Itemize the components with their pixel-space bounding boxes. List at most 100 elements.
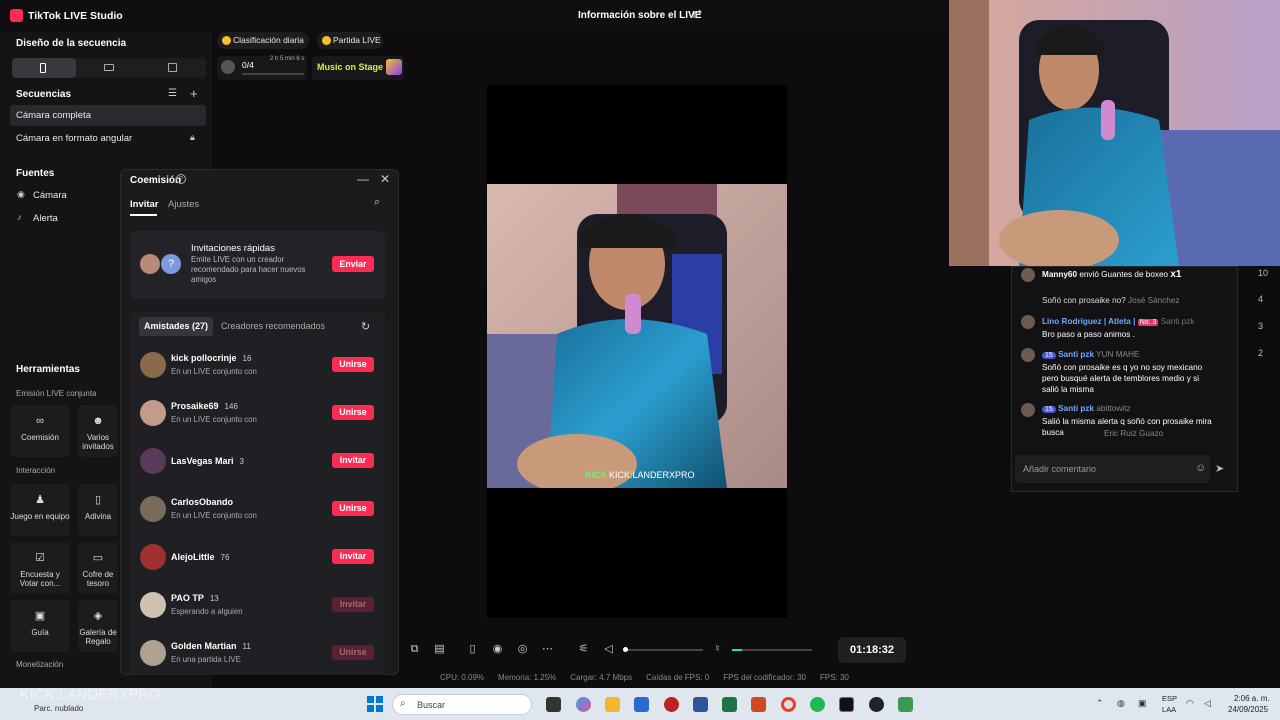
join-button[interactable]: Unirse [332, 501, 374, 516]
tool-treasure[interactable]: ▭ Cofre de tesoro [78, 542, 118, 594]
phone-icon[interactable]: ▯ [467, 644, 478, 655]
outlook-icon[interactable] [634, 697, 649, 712]
emoji-icon[interactable]: ☺ [1195, 462, 1206, 474]
wifi-icon[interactable]: ◠ [1186, 698, 1194, 709]
battle-timer: 2 h 5 min 6 s [270, 56, 305, 62]
tool-team-game[interactable]: ♟ Juego en equipo [10, 484, 70, 536]
microphone-icon[interactable]: ♮ [712, 644, 723, 655]
team-game-icon: ♟ [35, 494, 45, 506]
close-icon[interactable]: ✕ [380, 172, 390, 186]
sequence-item-angular-camera[interactable]: Cámara en formato angular [16, 133, 132, 144]
clock-date[interactable]: 24/09/2025 [1228, 705, 1268, 714]
windows-start-icon[interactable] [367, 696, 383, 712]
quick-avatar [140, 254, 160, 274]
clock-time[interactable]: 2:06 a. m. [1234, 694, 1270, 703]
friend-avatar[interactable] [140, 400, 166, 426]
camera-video [949, 0, 1280, 266]
source-alert[interactable]: Alerta [33, 213, 58, 224]
volume-icon[interactable]: ◁ [1204, 698, 1211, 709]
copilot-icon[interactable] [576, 697, 591, 712]
friend-status: En una partida LIVE [171, 655, 241, 664]
friend-avatar[interactable] [140, 352, 166, 378]
live-timer: 01:18:32 [838, 637, 906, 663]
language-indicator[interactable]: ESP [1162, 694, 1177, 703]
word-icon[interactable] [693, 697, 708, 712]
side-number: 4 [1258, 294, 1264, 304]
chat-comment-input[interactable]: Añadir comentario [1015, 455, 1210, 483]
app-icon[interactable] [664, 697, 679, 712]
sources-title: Fuentes [16, 168, 55, 179]
mic-slider[interactable] [732, 649, 812, 651]
segment-recommended[interactable]: Creadores recomendados [221, 317, 325, 336]
list-icon[interactable]: ☰ [168, 88, 177, 99]
record-icon[interactable]: ◉ [492, 644, 503, 655]
help-icon[interactable]: ? [176, 174, 186, 184]
speaker-icon[interactable]: ◁ [603, 644, 614, 655]
tool-poll[interactable]: ☑ Encuesta y Votar con... [10, 542, 70, 594]
obs-icon[interactable] [869, 697, 884, 712]
friend-name: Golden Martian 11 [171, 641, 251, 651]
friend-avatar[interactable] [140, 592, 166, 618]
share-icon[interactable] [692, 8, 704, 20]
live-info-title[interactable]: Información sobre el LIVE [578, 10, 701, 21]
chat-avatar [1021, 403, 1035, 417]
spotify-icon[interactable] [810, 697, 825, 712]
task-view-icon[interactable] [546, 697, 561, 712]
join-button[interactable]: Unirse [332, 645, 374, 660]
segment-friends[interactable]: Amistades (27) [139, 317, 214, 336]
tray-app-icon[interactable]: ▣ [1138, 698, 1147, 709]
chat-message-3-sub: Eric Ruiz Guazo [1104, 429, 1164, 438]
chrome-icon[interactable] [781, 697, 796, 712]
capture-icon[interactable]: ◎ [517, 644, 528, 655]
source-camera[interactable]: Cámara [33, 190, 67, 201]
settings-sliders-icon[interactable]: ⚟ [578, 644, 589, 655]
invite-button[interactable]: Invitar [332, 597, 374, 612]
tray-chevron-icon[interactable]: ⌃ [1096, 698, 1104, 709]
join-button[interactable]: Unirse [332, 357, 374, 372]
layout-icon[interactable]: ▤ [434, 644, 445, 655]
tool-guess[interactable]: ▯ Adivina [78, 484, 118, 536]
friend-avatar[interactable] [140, 544, 166, 570]
volume-knob[interactable] [623, 647, 628, 652]
tiktok-live-taskbar-icon[interactable] [839, 697, 854, 712]
keyboard-layout[interactable]: LAA [1162, 705, 1176, 714]
volume-slider[interactable] [623, 649, 703, 651]
friend-avatar[interactable] [140, 640, 166, 666]
weather-widget[interactable]: Parc. nublado [34, 704, 83, 713]
tool-gift-gallery[interactable]: ◈ Galería de Regalo [78, 600, 118, 652]
invite-button[interactable]: Invitar [332, 549, 374, 564]
minimize-icon[interactable]: — [357, 172, 369, 186]
invite-button[interactable]: Invitar [332, 453, 374, 468]
more-icon[interactable]: ⋯ [542, 644, 553, 655]
screen-share-icon[interactable]: ⧉ [409, 644, 420, 655]
send-invite-button[interactable]: Enviar [332, 256, 374, 272]
app-icon[interactable] [898, 697, 913, 712]
friend-name: LasVegas Mari 3 [171, 456, 244, 466]
add-icon[interactable]: + [190, 86, 198, 101]
search-icon[interactable]: ⌕ [374, 196, 380, 209]
join-button[interactable]: Unirse [332, 405, 374, 420]
tool-guide[interactable]: ▣ Guía [10, 600, 70, 652]
friend-avatar[interactable] [140, 448, 166, 474]
powerpoint-icon[interactable] [751, 697, 766, 712]
friend-avatar[interactable] [140, 496, 166, 522]
friend-status: En un LIVE conjunto con [171, 367, 257, 376]
sequence-item-full-camera[interactable]: Cámara completa [16, 110, 91, 121]
tab-invite[interactable]: Invitar [130, 199, 159, 210]
file-explorer-icon[interactable] [605, 697, 620, 712]
tool-multi-guest[interactable]: ☻ Varios invitados [78, 405, 118, 457]
chat-avatar [1021, 348, 1035, 362]
multi-layout-icon[interactable] [168, 63, 177, 72]
send-icon[interactable]: ➤ [1215, 462, 1224, 475]
tool-cohost[interactable]: ∞ Coemisión [10, 405, 70, 457]
refresh-icon[interactable]: ↻ [361, 320, 370, 333]
excel-icon[interactable] [722, 697, 737, 712]
tray-app-icon[interactable]: ◍ [1117, 698, 1125, 709]
chat-message-3: 15 Santi pzk abittowitz [1042, 403, 1130, 415]
taskbar-search[interactable]: Buscar [392, 694, 532, 715]
landscape-icon[interactable] [104, 64, 114, 71]
live-match-badge[interactable]: Partida LIVE [317, 32, 383, 49]
daily-ranking-badge[interactable]: Clasificación diaria [217, 32, 309, 49]
tab-settings[interactable]: Ajustes [168, 199, 199, 210]
quick-invite-description: Emite LIVE con un creador recomendado pa… [191, 255, 306, 284]
